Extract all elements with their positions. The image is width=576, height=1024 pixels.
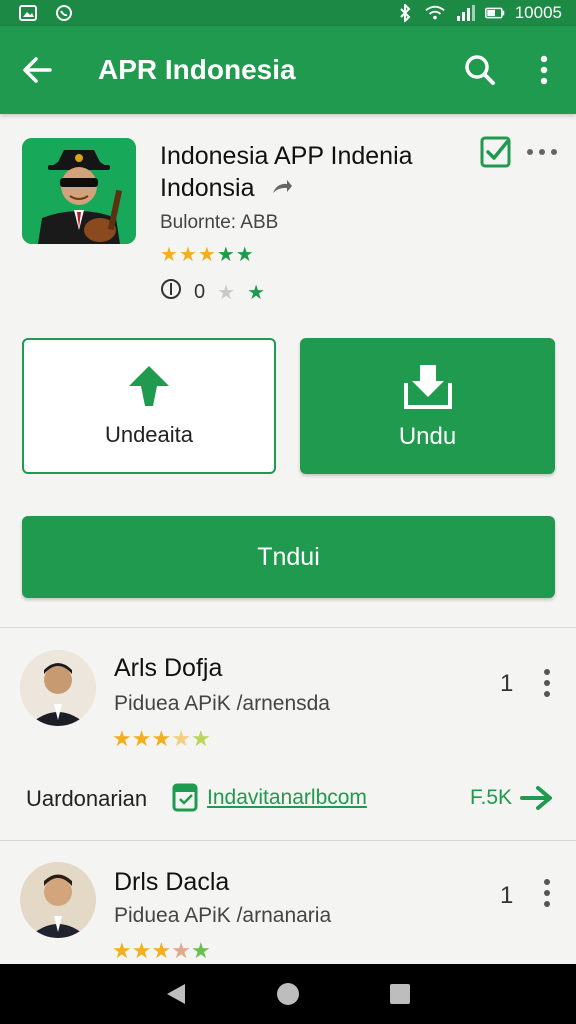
nav-recents-button[interactable] bbox=[385, 979, 415, 1009]
review-count: 1 bbox=[500, 670, 514, 697]
review-rating: ★★★★★ bbox=[112, 726, 211, 752]
more-horiz-icon[interactable] bbox=[524, 138, 560, 166]
overflow-menu-button[interactable] bbox=[512, 26, 576, 114]
star-icon: ★ bbox=[151, 726, 172, 751]
download-button[interactable]: Undu bbox=[300, 338, 555, 474]
back-arrow-icon bbox=[23, 57, 52, 83]
divider bbox=[0, 627, 576, 628]
system-nav-bar bbox=[0, 964, 576, 1024]
battery-icon bbox=[484, 5, 505, 21]
photo-icon bbox=[18, 5, 38, 21]
download-icon bbox=[403, 365, 452, 409]
divider bbox=[0, 840, 576, 841]
update-button-label: Undeaita bbox=[104, 422, 194, 447]
app-bar-title: APR Indonesia bbox=[98, 54, 296, 85]
star-icon: ★ bbox=[171, 938, 191, 963]
more-vert-icon bbox=[540, 55, 548, 85]
star-icon: ★ bbox=[151, 938, 172, 963]
search-button[interactable] bbox=[448, 26, 512, 114]
search-icon bbox=[465, 55, 495, 85]
app-icon[interactable] bbox=[22, 138, 136, 244]
share-icon[interactable] bbox=[271, 173, 293, 205]
circle-home-icon bbox=[277, 983, 299, 1005]
app-name-line1: Indonesia APP Indenia bbox=[160, 142, 413, 170]
star-icon: ★ bbox=[160, 244, 179, 266]
star-icon: ★ bbox=[190, 726, 211, 751]
download-button-label: Undu bbox=[398, 423, 457, 450]
star-icon: ★ bbox=[112, 938, 132, 963]
review-item: Drls Dacla Piduea APiK /arnanaria ★★★★★ … bbox=[0, 860, 576, 964]
avatar[interactable] bbox=[20, 862, 96, 938]
update-button[interactable]: Undeaita bbox=[22, 338, 276, 474]
status-bar: 10005 bbox=[0, 0, 576, 26]
website-link[interactable]: Indavitanarlbcom bbox=[207, 786, 367, 810]
reviewer-name: Arls Dofja bbox=[114, 654, 223, 682]
reviewer-subtitle: Piduea APiK /arnanaria bbox=[114, 904, 332, 927]
signal-icon bbox=[455, 5, 475, 21]
app-bar: APR Indonesia bbox=[0, 26, 576, 114]
review-more-icon[interactable] bbox=[536, 878, 558, 908]
triangle-back-icon bbox=[167, 984, 185, 1004]
review-item: Arls Dofja Piduea APiK /arnensda ★★★★★ 1 bbox=[0, 648, 576, 778]
document-icon bbox=[172, 782, 200, 812]
nav-back-button[interactable] bbox=[161, 979, 191, 1009]
star-icon: ★ bbox=[178, 244, 198, 266]
app-name-line2: Indonsia bbox=[160, 174, 255, 202]
link-count: F.5K bbox=[470, 786, 513, 809]
star-icon: ★ bbox=[235, 244, 255, 266]
star-icon: ★ bbox=[216, 244, 236, 266]
review-more-icon[interactable] bbox=[536, 668, 558, 698]
star-icon: ★ bbox=[190, 938, 211, 963]
reviewer-subtitle: Piduea APiK /arnensda bbox=[114, 692, 330, 715]
avatar[interactable] bbox=[20, 650, 96, 726]
verified-checkbox-icon[interactable] bbox=[480, 134, 512, 168]
reviewer-name: Drls Dacla bbox=[114, 868, 230, 896]
wifi-icon bbox=[425, 5, 445, 21]
star-icon: ★ bbox=[197, 244, 217, 266]
star-icon: ★ bbox=[217, 281, 236, 304]
meta-count: 0 bbox=[194, 280, 206, 303]
arrow-right-icon[interactable] bbox=[520, 784, 554, 812]
square-recents-icon bbox=[390, 984, 410, 1004]
star-icon: ★ bbox=[112, 726, 132, 751]
back-button[interactable] bbox=[0, 26, 74, 114]
link-row-label: Uardonarian bbox=[26, 786, 148, 811]
meta-row: 0 ★ ★ bbox=[160, 278, 265, 306]
arrow-up-icon bbox=[129, 366, 169, 406]
app-name: Indonesia APP Indenia Indonsia bbox=[160, 140, 470, 205]
review-count: 1 bbox=[500, 882, 514, 909]
app-rating: ★★★★★ bbox=[160, 242, 255, 267]
whatsapp-icon bbox=[54, 5, 74, 21]
review-rating: ★★★★★ bbox=[112, 938, 211, 964]
info-icon bbox=[160, 278, 182, 306]
app-header: Indonesia APP Indenia Indonsia Bulornte:… bbox=[0, 130, 576, 310]
nav-home-button[interactable] bbox=[273, 979, 303, 1009]
star-icon: ★ bbox=[171, 726, 191, 751]
star-icon: ★ bbox=[247, 281, 265, 304]
install-button[interactable]: Tndui bbox=[22, 516, 555, 598]
developer-label: Bulornte: ABB bbox=[160, 212, 279, 233]
link-row: Uardonarian Indavitanarlbcom F.5K bbox=[0, 778, 576, 818]
star-icon: ★ bbox=[131, 938, 152, 963]
bluetooth-icon bbox=[395, 4, 415, 22]
status-time: 10005 bbox=[514, 3, 562, 22]
star-icon: ★ bbox=[131, 726, 152, 751]
